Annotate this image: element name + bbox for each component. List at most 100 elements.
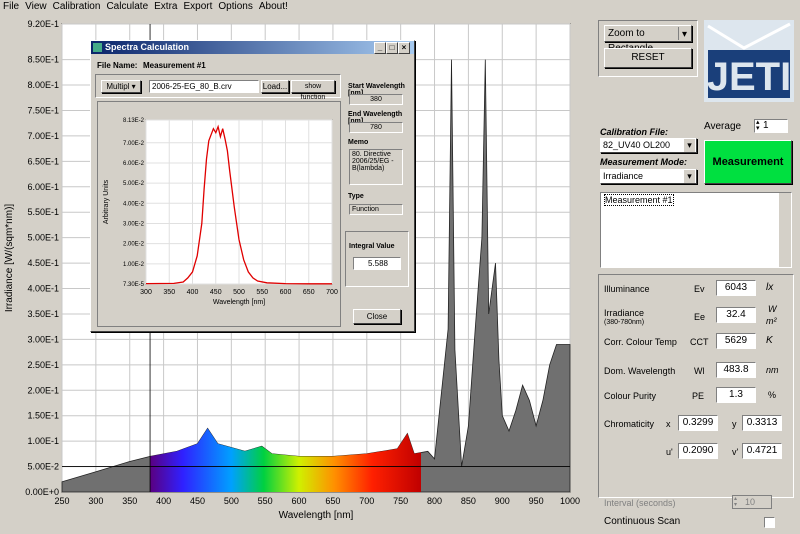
close-button[interactable]: Close (353, 309, 401, 324)
chromaticity-y-symbol: y (732, 419, 737, 429)
chromaticity-u-symbol: u' (666, 447, 673, 457)
calibration-file-label: Calibration File: (600, 127, 669, 137)
control-panel: Zoom to Rectangle▾ RESET JETI Calibratio… (592, 14, 800, 534)
calibration-file-select[interactable]: 82_UV40 OL200 ▾ (600, 138, 697, 153)
mode-select-label: Multipl (106, 82, 130, 91)
interval-input[interactable]: ▴ ▾ 10 (732, 495, 772, 509)
x-tick-label: 1000 (560, 496, 580, 506)
colour-purity-label: Colour Purity (604, 391, 657, 401)
jeti-logo-graphic: JETI (707, 22, 791, 99)
memo-scrollbar[interactable] (779, 193, 791, 267)
menu-item-calculate[interactable]: Calculate (103, 0, 151, 14)
y-tick-label: 8.50E-1 (27, 55, 59, 65)
x-tick-label: 700 (359, 496, 374, 506)
menu-item-extra[interactable]: Extra (151, 0, 180, 14)
inner-y-tick-label: 4.00E-2 (123, 201, 145, 207)
menu-item-export[interactable]: Export (180, 0, 215, 14)
menu-item-about[interactable]: About! (256, 0, 291, 14)
illuminance-label: Illuminance (604, 284, 650, 294)
average-label: Average (704, 121, 742, 132)
integral-label: Integral Value (349, 243, 395, 250)
y-tick-label: 3.00E-1 (27, 334, 59, 344)
cct-value: 5629 (716, 333, 756, 349)
inner-x-tick-label: 350 (163, 289, 175, 296)
measurement-mode-label: Measurement Mode: (600, 157, 688, 167)
x-tick-label: 950 (529, 496, 544, 506)
spinner-icon[interactable]: ▴ ▾ (756, 119, 760, 132)
integral-value: 5.588 (353, 257, 401, 270)
chevron-down-icon: ▾ (678, 27, 690, 40)
function-file-field[interactable]: 2006-25-EG_80_B.crv (149, 80, 259, 93)
menu-item-options[interactable]: Options (215, 0, 255, 14)
cct-label: Corr. Colour Temp (604, 337, 677, 347)
inner-function-chart: 300 350 400 450 500 550 600 650 700 7.30E-5 1.00E-… (103, 118, 338, 306)
y-tick-label: 4.50E-1 (27, 258, 59, 268)
memo-text: Measurement #1 (604, 194, 674, 206)
inner-y-tick-label: 5.00E-2 (123, 181, 145, 187)
spectra-calculation-dialog: Spectra Calculation _ □ × File Name: Mea… (90, 40, 415, 332)
inner-x-tick-label: 400 (187, 289, 199, 296)
continuous-scan-checkbox[interactable] (764, 517, 775, 528)
irradiance-symbol: Ee (694, 312, 706, 322)
inner-x-tick-label: 650 (303, 289, 315, 296)
memo-label: Memo (348, 139, 369, 146)
y-tick-label: 9.20E-1 (27, 19, 59, 29)
inner-x-axis-label: Wavelength [nm] (213, 299, 265, 306)
zoom-select[interactable]: Zoom to Rectangle▾ (604, 25, 692, 54)
spinner-icon[interactable]: ▴ ▾ (734, 496, 737, 508)
inner-y-tick-label: 2.00E-2 (123, 242, 145, 248)
inner-y-tick-label: 3.00E-2 (123, 221, 145, 227)
x-tick-label: 850 (461, 496, 476, 506)
illuminance-unit: lx (766, 282, 774, 293)
chromaticity-label: Chromaticity (604, 419, 655, 429)
y-tick-label: 2.00E-1 (27, 385, 59, 395)
logo-text: JETI (707, 55, 791, 99)
close-icon[interactable]: × (398, 42, 410, 54)
colour-purity-unit: % (768, 390, 777, 400)
irradiance-unit-top: W (768, 304, 777, 314)
end-wavelength-value: 780 (349, 122, 403, 133)
menu-item-file[interactable]: File (0, 0, 22, 14)
x-tick-label: 800 (427, 496, 442, 506)
dominant-wavelength-unit: nm (766, 365, 779, 375)
average-input[interactable]: ▴ ▾ 1 (754, 119, 788, 133)
inner-y-tick-label: 8.13E-2 (123, 118, 145, 124)
measurement-button[interactable]: Measurement (704, 140, 792, 184)
chromaticity-u-value: 0.2090 (678, 443, 718, 459)
inner-y-axis-label: Arbitrary Units (103, 179, 110, 224)
irradiance-unit-bottom: m² (766, 316, 777, 326)
reset-button[interactable]: RESET (604, 48, 692, 68)
menu-item-calibration[interactable]: Calibration (50, 0, 104, 14)
x-tick-label: 600 (292, 496, 307, 506)
calibration-file-value: 82_UV40 OL200 (603, 140, 671, 150)
irradiance-label: Irradiance (604, 308, 645, 318)
inner-x-tick-label: 300 (140, 289, 152, 296)
start-wavelength-value: 380 (349, 94, 403, 105)
y-tick-label: 4.00E-1 (27, 284, 59, 294)
chevron-down-icon: ▾ (684, 139, 695, 152)
memo-value: 80. Directive 2006/25/EG - B(lambda) (349, 149, 403, 185)
interval-label: Interval (seconds) (604, 498, 676, 508)
y-tick-label: 5.50E-1 (27, 207, 59, 217)
irradiance-value: 32.4 (716, 307, 756, 323)
y-tick-label: 3.50E-1 (27, 309, 59, 319)
memo-textarea[interactable]: Measurement #1 (600, 192, 792, 268)
minimize-icon[interactable]: _ (374, 42, 386, 54)
show-function-button[interactable]: show function (291, 80, 335, 101)
maximize-icon[interactable]: □ (386, 42, 398, 54)
y-tick-label: 2.50E-1 (27, 360, 59, 370)
inner-y-tick-label: 7.00E-2 (123, 141, 145, 147)
file-name-value: Measurement #1 (143, 61, 206, 70)
load-button[interactable]: Load... (261, 80, 289, 93)
menu-item-view[interactable]: View (22, 0, 50, 14)
y-tick-label: 6.50E-1 (27, 156, 59, 166)
measurement-mode-select[interactable]: Irradiance ▾ (600, 169, 697, 184)
y-tick-label: 6.00E-1 (27, 182, 59, 192)
y-tick-label: 1.00E-1 (27, 436, 59, 446)
y-axis-label: Irradiance [W/(sqm*nm)] (4, 204, 15, 313)
inner-chart-frame: 300 350 400 450 500 550 600 650 700 7.30E-5 1.00E-… (97, 101, 341, 327)
mode-select[interactable]: Multipl ▾ (101, 80, 141, 93)
measurement-mode-value: Irradiance (603, 171, 644, 181)
dominant-wavelength-symbol: Wl (694, 366, 705, 376)
type-value: Function (349, 204, 403, 215)
